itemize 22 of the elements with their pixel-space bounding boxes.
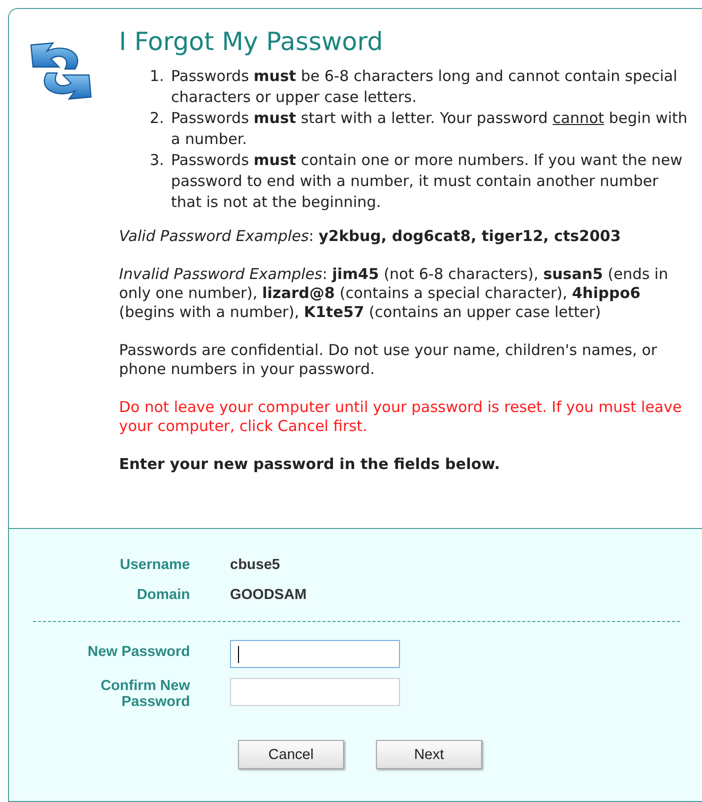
- password-field[interactable]: [230, 640, 400, 668]
- list-number: 1.: [148, 66, 165, 87]
- field-label: Confirm New Password: [100, 678, 190, 710]
- page-title: I Forgot My Password: [119, 27, 384, 56]
- list-number: 2.: [148, 108, 165, 129]
- field-label: Domain: [136, 587, 190, 603]
- form-button[interactable]: Cancel: [238, 740, 344, 769]
- info-paragraph: Passwords are confidential. Do not use your name, children's names, or phone numbers in your password.: [119, 341, 658, 379]
- field-value: cbuse5: [230, 557, 281, 573]
- password-rule: Passwords must start with a letter. Your password cannot begin with a number.: [171, 108, 688, 150]
- field-label: Username: [118, 557, 190, 573]
- field-label: New Password: [86, 644, 190, 660]
- list-number: 3.: [148, 150, 165, 171]
- warning-text: Do not leave your computer until your password is reset. If you must leave your computer, click Cancel first.: [119, 398, 683, 436]
- field-value: GOODSAM: [230, 587, 308, 603]
- password-field[interactable]: [230, 678, 400, 706]
- password-rule: Passwords must be 6-8 characters long and cannot contain special characters or upper case letters.: [171, 66, 678, 108]
- info-paragraph: Invalid Password Examples: jim45 (not 6-8 characters), susan5 (ends in only one number), lizard@8 (contains a special character), 4hippo6 (begins with a number), K1te57 (contains an upper case letter): [119, 265, 670, 322]
- form-button[interactable]: Next: [376, 740, 482, 769]
- instruction-text: Enter your new password in the fields below.: [119, 455, 501, 474]
- info-paragraph: Valid Password Examples: y2kbug, dog6cat8, tiger12, cts2003: [119, 227, 622, 246]
- password-rule: Passwords must contain one or more numbers. If you want the new password to end with a number, it must contain another number that is not at the beginning.: [171, 150, 684, 213]
